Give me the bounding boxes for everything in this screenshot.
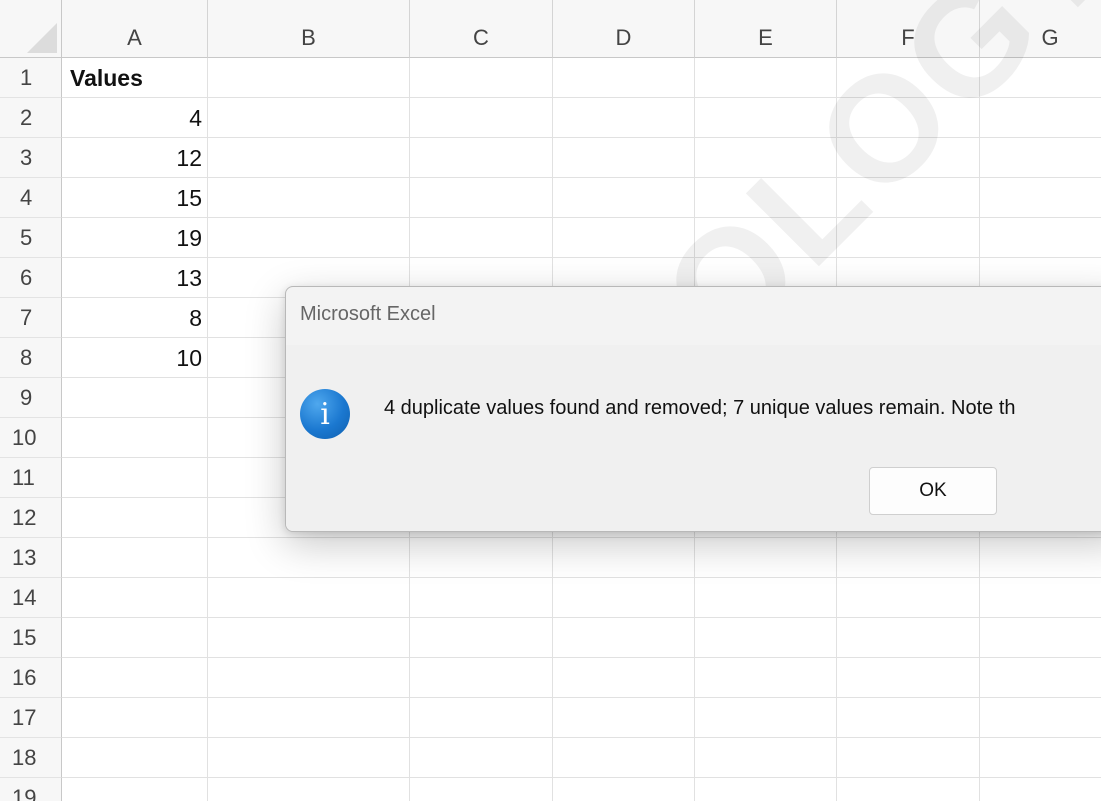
cell-a7[interactable]: 8 — [62, 298, 208, 338]
grid-line — [62, 737, 1101, 738]
dialog-body: i 4 duplicate values found and removed; … — [286, 345, 1101, 531]
column-header-b[interactable]: B — [208, 0, 410, 58]
dialog-message: 4 duplicate values found and removed; 7 … — [384, 397, 1016, 419]
grid-line — [62, 657, 1101, 658]
row-header-10[interactable]: 10 — [0, 418, 62, 458]
grid-line — [62, 537, 1101, 538]
row-header-2[interactable]: 2 — [0, 98, 62, 138]
row-header-6[interactable]: 6 — [0, 258, 62, 298]
row-header-15[interactable]: 15 — [0, 618, 62, 658]
column-header-a[interactable]: A — [62, 0, 208, 58]
row-header-9[interactable]: 9 — [0, 378, 62, 418]
grid-line — [62, 177, 1101, 178]
column-header-f[interactable]: F — [837, 0, 980, 58]
row-header-17[interactable]: 17 — [0, 698, 62, 738]
row-header-1[interactable]: 1 — [0, 58, 62, 98]
row-header-3[interactable]: 3 — [0, 138, 62, 178]
cell-a2[interactable]: 4 — [62, 98, 208, 138]
grid-line — [62, 617, 1101, 618]
grid-line — [62, 697, 1101, 698]
grid-line — [62, 97, 1101, 98]
grid-line — [62, 577, 1101, 578]
column-header-e[interactable]: E — [695, 0, 837, 58]
row-header-11[interactable]: 11 — [0, 458, 62, 498]
row-header-8[interactable]: 8 — [0, 338, 62, 378]
grid-line — [62, 217, 1101, 218]
row-header-5[interactable]: 5 — [0, 218, 62, 258]
cell-a5[interactable]: 19 — [62, 218, 208, 258]
row-header-7[interactable]: 7 — [0, 298, 62, 338]
row-header-18[interactable]: 18 — [0, 738, 62, 778]
dialog-title: Microsoft Excel — [300, 303, 436, 325]
row-header-16[interactable]: 16 — [0, 658, 62, 698]
cell-a8[interactable]: 10 — [62, 338, 208, 378]
column-header-d[interactable]: D — [553, 0, 695, 58]
grid-line — [62, 137, 1101, 138]
info-icon: i — [300, 389, 350, 439]
select-all-corner[interactable] — [0, 0, 62, 58]
grid-line — [62, 257, 1101, 258]
select-all-triangle-icon — [27, 23, 57, 53]
grid-line — [62, 777, 1101, 778]
row-header-14[interactable]: 14 — [0, 578, 62, 618]
column-header-c[interactable]: C — [410, 0, 553, 58]
ok-button[interactable]: OK — [869, 467, 997, 515]
column-header-g[interactable]: G — [980, 0, 1101, 58]
row-header-4[interactable]: 4 — [0, 178, 62, 218]
cell-a4[interactable]: 15 — [62, 178, 208, 218]
cell-a3[interactable]: 12 — [62, 138, 208, 178]
cell-a6[interactable]: 13 — [62, 258, 208, 298]
cell-a1[interactable]: Values — [62, 58, 208, 98]
message-dialog: Microsoft Excel i 4 duplicate values fou… — [285, 286, 1101, 532]
row-header-19[interactable]: 19 — [0, 778, 62, 801]
row-header-13[interactable]: 13 — [0, 538, 62, 578]
row-header-12[interactable]: 12 — [0, 498, 62, 538]
